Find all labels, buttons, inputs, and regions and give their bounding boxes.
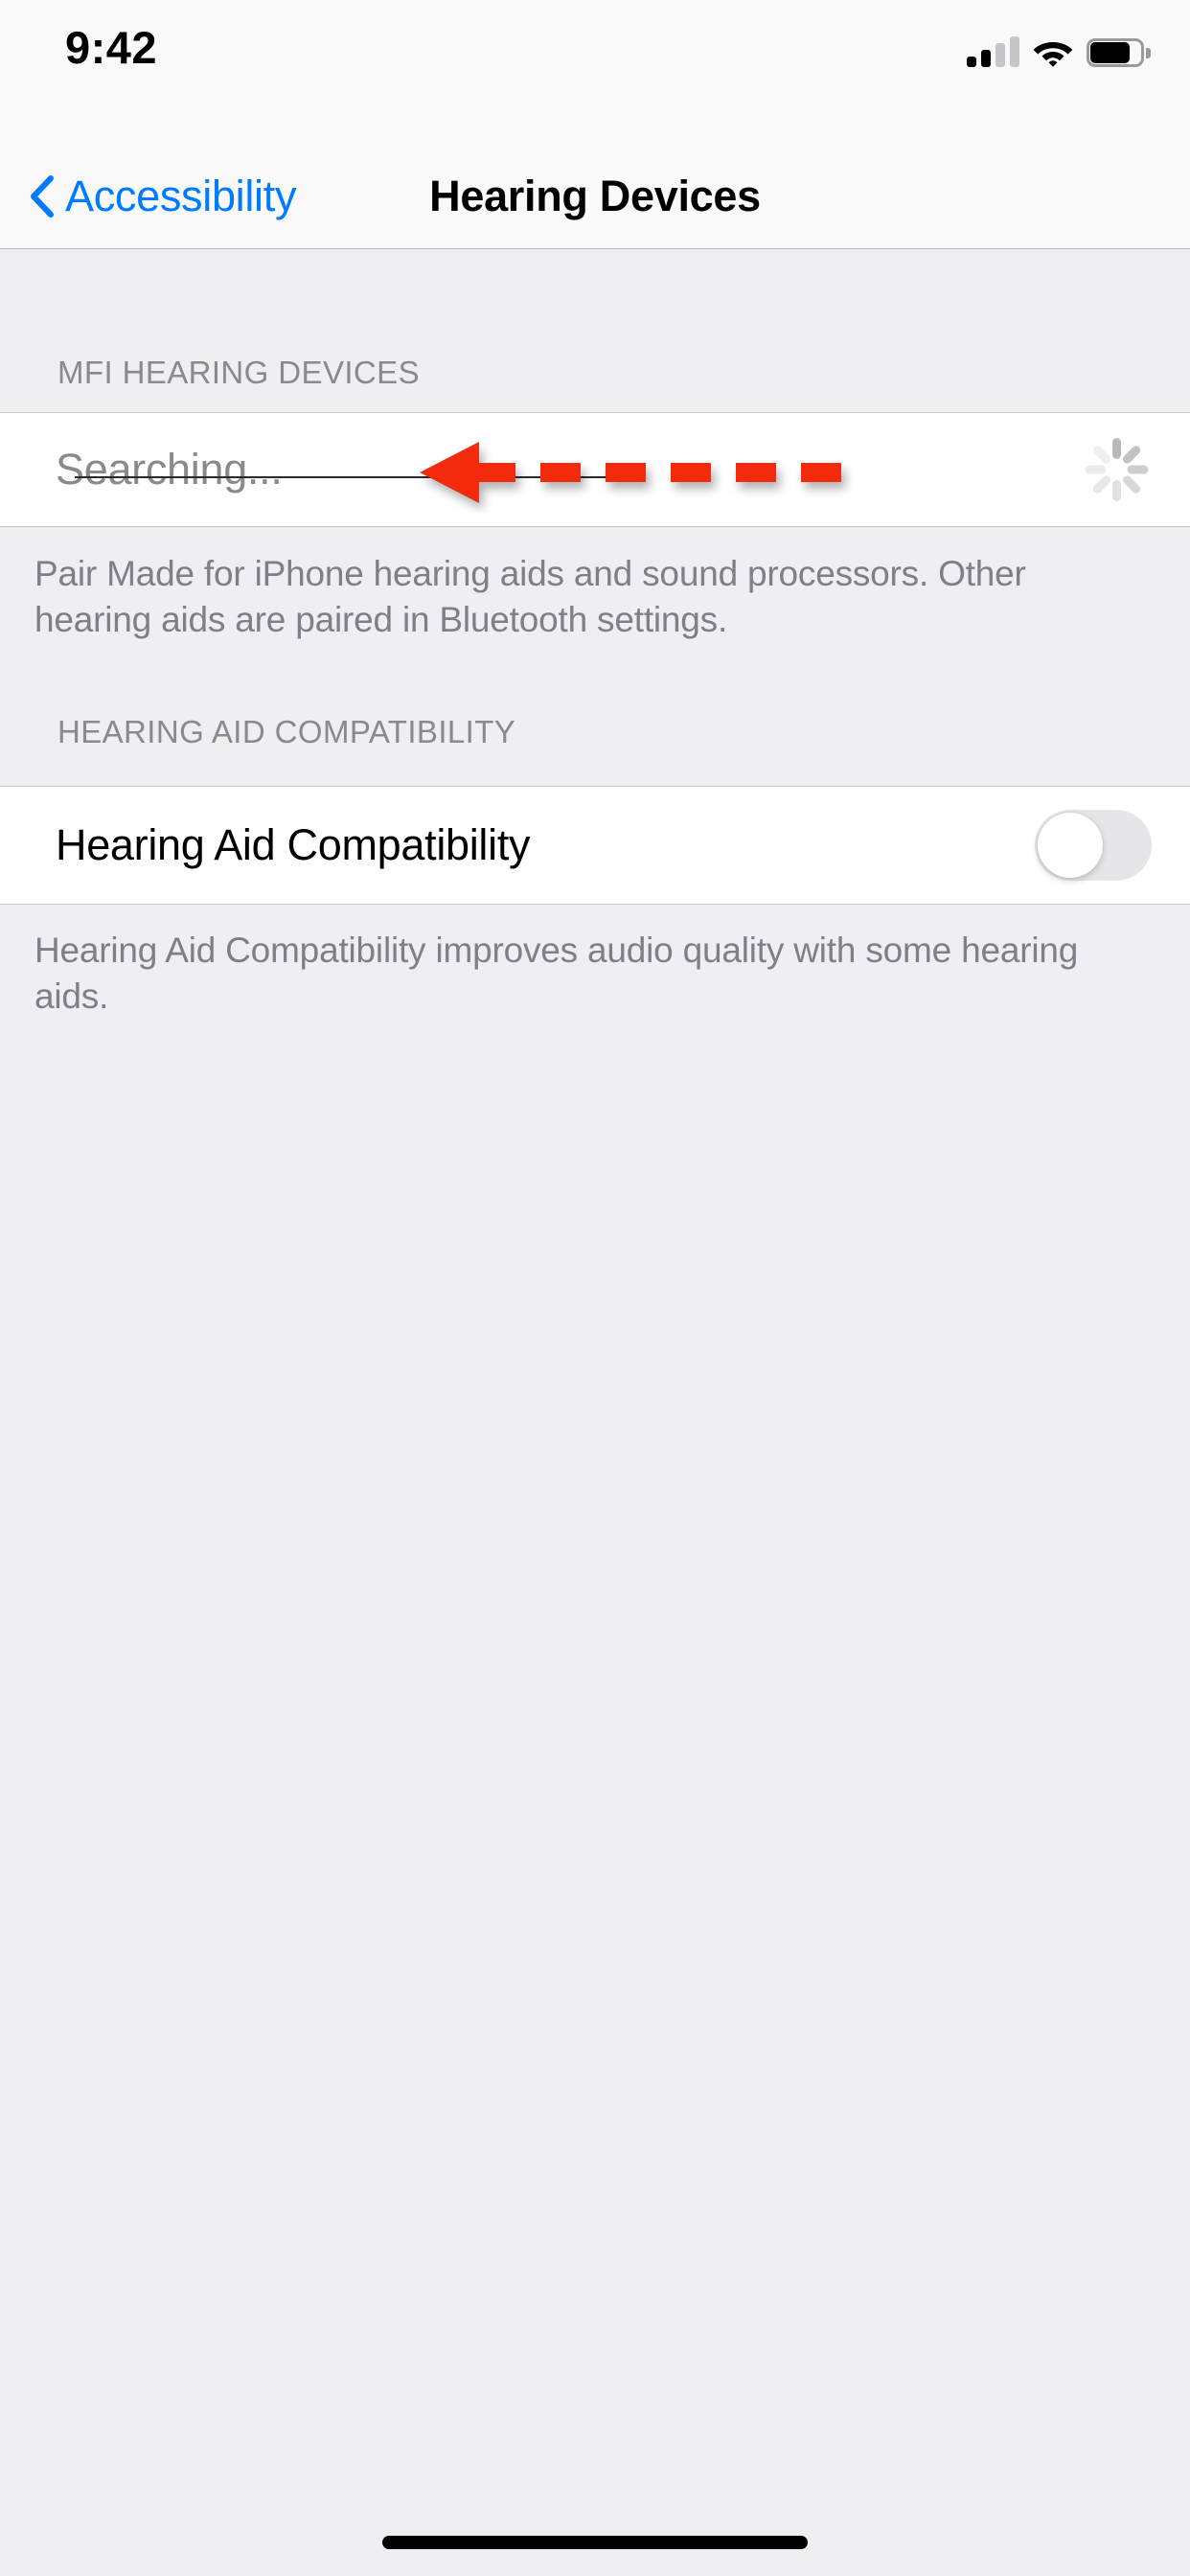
battery-icon <box>1087 38 1144 67</box>
status-bar: 9:42 <box>0 0 1190 144</box>
hearing-aid-compatibility-group: Hearing Aid Compatibility <box>0 786 1190 905</box>
search-field-underline <box>75 476 619 478</box>
hearing-aid-compatibility-label: Hearing Aid Compatibility <box>56 820 530 870</box>
hearing-aid-compatibility-footer: Hearing Aid Compatibility improves audio… <box>34 928 1079 1020</box>
mfi-hearing-devices-group: Searching... <box>0 412 1190 527</box>
searching-status-label: Searching... <box>56 445 283 494</box>
status-bar-indicators <box>967 29 1144 67</box>
hearing-aid-compatibility-row[interactable]: Hearing Aid Compatibility <box>0 787 1190 904</box>
cellular-signal-icon <box>967 37 1019 67</box>
page-title: Hearing Devices <box>0 144 1190 249</box>
activity-spinner-icon <box>1081 434 1152 505</box>
iphone-screen: 9:42 Accessibility Hearing Devic <box>0 0 1190 2576</box>
mfi-hearing-devices-footer: Pair Made for iPhone hearing aids and so… <box>34 551 1088 643</box>
searching-row[interactable]: Searching... <box>0 413 1190 526</box>
hearing-aid-compatibility-toggle[interactable] <box>1035 810 1152 881</box>
home-indicator[interactable] <box>382 2536 808 2549</box>
wifi-icon <box>1033 37 1073 67</box>
section-header-mfi-hearing-devices: MFI HEARING DEVICES <box>57 355 420 391</box>
status-bar-time: 9:42 <box>65 21 157 74</box>
section-header-hearing-aid-compatibility: HEARING AID COMPATIBILITY <box>57 714 515 750</box>
toggle-knob <box>1038 813 1103 878</box>
navigation-bar: Accessibility Hearing Devices <box>0 144 1190 249</box>
